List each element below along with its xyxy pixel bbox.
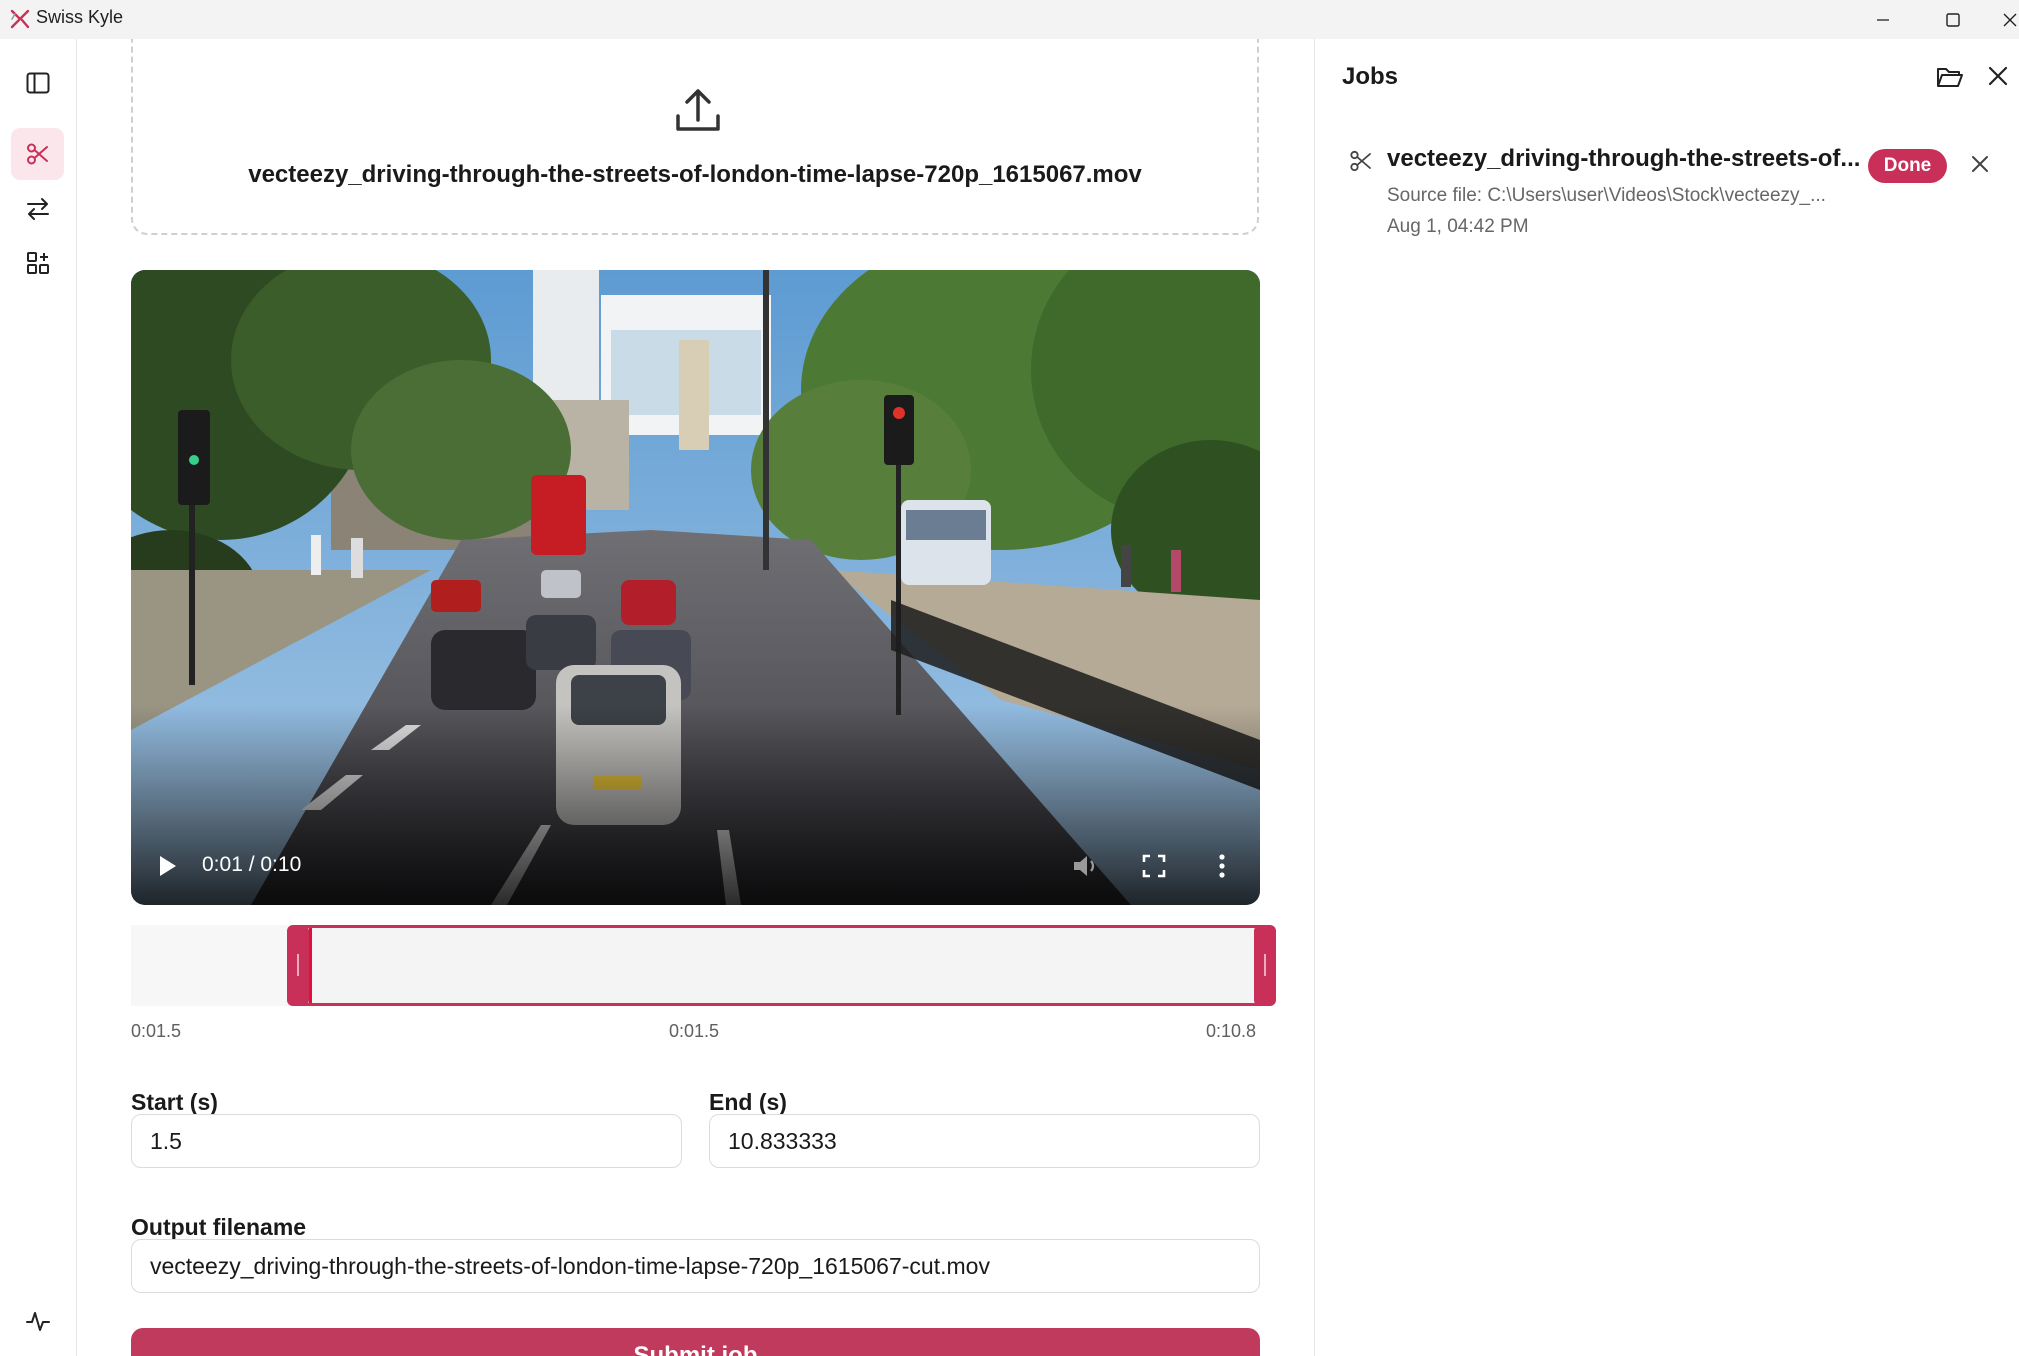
video-player[interactable]: 0:01 / 0:10 — [131, 270, 1260, 905]
trim-end-time: 0:10.8 — [1206, 1021, 1257, 1041]
close-icon — [2003, 13, 2017, 26]
video-time: 0:01 / 0:10 — [202, 853, 302, 876]
job-source-path: Source file: C:\Users\user\Videos\Stock\… — [1387, 185, 1826, 206]
trim-playhead — [308, 928, 312, 1003]
title-bar: Swiss Kyle — [0, 0, 2019, 39]
minimize-icon — [1877, 18, 1889, 21]
app-logo-icon — [10, 9, 30, 29]
output-filename-label: Output filename — [131, 1214, 307, 1240]
play-icon[interactable] — [155, 853, 179, 879]
app-title: Swiss Kyle — [36, 7, 124, 27]
activity-pulse-icon — [25, 1312, 50, 1331]
sidebar — [0, 39, 77, 1356]
sidebar-toggle-button[interactable] — [11, 57, 64, 109]
start-label: Start (s) — [131, 1089, 218, 1115]
minimize-button[interactable] — [1853, 0, 1913, 39]
submit-job-button[interactable]: Submit job — [131, 1328, 1260, 1356]
scissors-icon — [26, 143, 48, 165]
job-date: Aug 1, 04:42 PM — [1387, 216, 1529, 237]
sidebar-toggle-icon — [26, 72, 49, 94]
end-input[interactable]: 10.833333 — [709, 1114, 1260, 1168]
sidebar-item-activity[interactable] — [11, 1295, 64, 1347]
trim-middle-time: 0:01.5 — [669, 1021, 720, 1041]
end-label: End (s) — [709, 1089, 787, 1115]
sidebar-item-cut[interactable] — [11, 128, 64, 180]
maximize-icon — [1946, 12, 1960, 27]
jobs-panel: Jobs vecteezy_driving-through-the-street… — [1314, 39, 2019, 1356]
upload-icon — [676, 89, 720, 131]
sidebar-item-convert[interactable] — [11, 183, 64, 235]
arrows-exchange-icon — [26, 198, 49, 220]
start-input[interactable]: 1.5 — [131, 1114, 682, 1168]
close-jobs-icon[interactable] — [1987, 65, 2009, 87]
folder-open-icon[interactable] — [1936, 64, 1964, 90]
more-options-icon[interactable] — [1216, 852, 1228, 880]
maximize-button[interactable] — [1923, 0, 1983, 39]
selected-file-name: vecteezy_driving-through-the-streets-of-… — [248, 161, 1142, 188]
trim-selection[interactable] — [297, 925, 1271, 1006]
job-item[interactable]: vecteezy_driving-through-the-streets-of.… — [1315, 139, 2019, 249]
job-name: vecteezy_driving-through-the-streets-of.… — [1387, 145, 1861, 172]
remove-job-icon[interactable] — [1970, 154, 1990, 174]
scissors-icon — [1350, 150, 1371, 172]
volume-icon[interactable] — [1070, 851, 1100, 881]
trim-end-handle[interactable] — [1254, 925, 1276, 1006]
job-status-badge: Done — [1868, 149, 1947, 183]
trim-start-time: 0:01.5 — [131, 1021, 182, 1041]
jobs-title: Jobs — [1342, 63, 1399, 90]
window-close-button[interactable] — [1990, 0, 2019, 39]
fullscreen-icon[interactable] — [1141, 853, 1167, 879]
output-filename-input[interactable]: vecteezy_driving-through-the-streets-of-… — [131, 1239, 1260, 1293]
trim-timeline[interactable] — [131, 925, 1276, 1006]
sidebar-item-tools[interactable] — [11, 237, 64, 289]
grid-plus-icon — [26, 252, 49, 274]
file-dropzone[interactable]: vecteezy_driving-through-the-streets-of-… — [131, 39, 1259, 235]
trim-start-handle[interactable] — [286, 925, 309, 1006]
main-content: vecteezy_driving-through-the-streets-of-… — [78, 39, 1314, 1356]
